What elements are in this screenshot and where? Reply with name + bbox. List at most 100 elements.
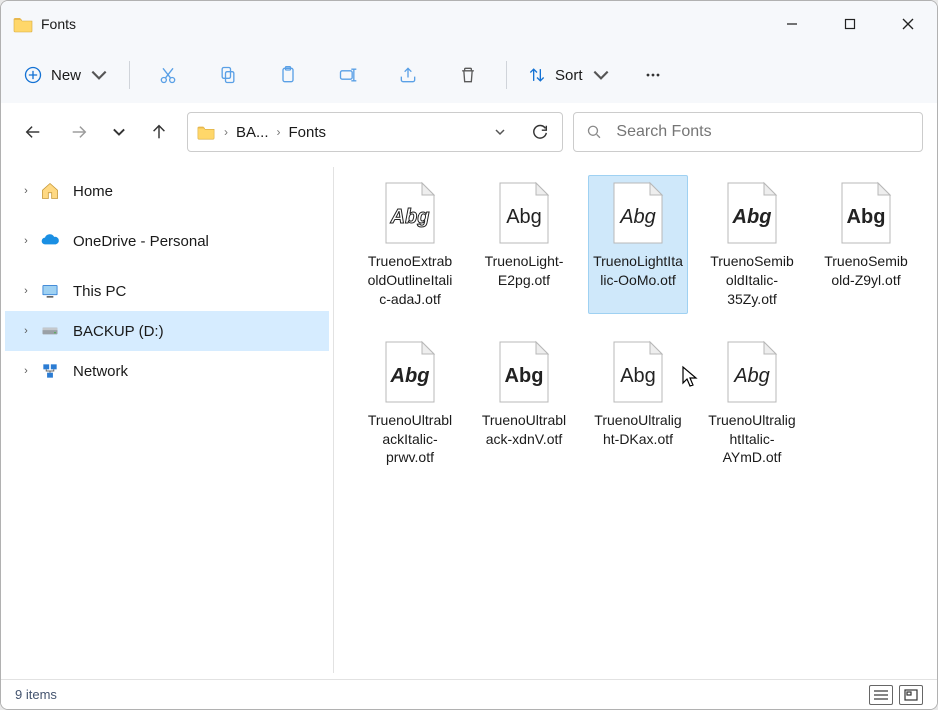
file-item[interactable]: Abg TruenoUltrablackItalic-prwv.otf (360, 334, 460, 473)
details-view-button[interactable] (869, 685, 893, 705)
chevron-right-icon: › (19, 365, 33, 377)
sidebar-item[interactable]: › BACKUP (D:) (5, 311, 329, 351)
tree-item-label: Home (73, 183, 113, 200)
file-name: TruenoLight-E2pg.otf (479, 252, 569, 290)
forward-button[interactable] (61, 114, 97, 150)
file-grid: Abg TruenoExtraboldOutlineItalic-adaJ.otf… (360, 175, 927, 472)
minimize-button[interactable] (763, 1, 821, 47)
tree-item-icon (39, 320, 61, 342)
maximize-button[interactable] (821, 1, 879, 47)
svg-text:Abg: Abg (733, 365, 770, 387)
delete-button[interactable] (440, 55, 496, 95)
search-icon (586, 123, 602, 141)
paste-button[interactable] (260, 55, 316, 95)
svg-text:Abg: Abg (505, 365, 544, 387)
search-box[interactable] (573, 112, 923, 152)
font-file-icon: Abg (489, 339, 559, 405)
file-item[interactable]: Abg TruenoUltralight-DKax.otf (588, 334, 688, 473)
file-item[interactable]: Abg TruenoUltrablack-xdnV.otf (474, 334, 574, 473)
tree-item-icon (39, 180, 61, 202)
file-item[interactable]: Abg TruenoLightItalic-OoMo.otf (588, 175, 688, 314)
chevron-down-icon (89, 65, 109, 85)
body: › Home › OneDrive - Personal › This PC › BACKUP… (1, 161, 937, 679)
file-item[interactable]: Abg TruenoLight-E2pg.otf (474, 175, 574, 314)
tree-item-icon (39, 230, 61, 252)
item-count: 9 items (15, 687, 57, 702)
new-button[interactable]: New (13, 55, 119, 95)
toolbar: New Sort (1, 47, 937, 103)
breadcrumb-item[interactable]: BA... (230, 113, 275, 151)
breadcrumb-separator: › (275, 125, 283, 139)
nav-row: › BA... › Fonts (1, 103, 937, 161)
view-switch (869, 685, 923, 705)
font-file-icon: Abg (717, 339, 787, 405)
search-input[interactable] (614, 122, 910, 142)
sort-button[interactable]: Sort (517, 55, 621, 95)
file-name: TruenoUltralightItalic-AYmD.otf (707, 411, 797, 468)
refresh-button[interactable] (520, 113, 560, 151)
breadcrumb-item[interactable]: Fonts (283, 113, 333, 151)
file-item[interactable]: Abg TruenoSemibold-Z9yl.otf (816, 175, 916, 314)
recent-locations-button[interactable] (107, 114, 131, 150)
address-bar[interactable]: › BA... › Fonts (187, 112, 563, 152)
tree-item-label: This PC (73, 283, 126, 300)
file-item[interactable]: Abg TruenoSemiboldItalic-35Zy.otf (702, 175, 802, 314)
svg-text:Abg: Abg (390, 365, 430, 387)
address-dropdown-button[interactable] (480, 113, 520, 151)
file-name: TruenoUltralight-DKax.otf (593, 411, 683, 449)
close-button[interactable] (879, 1, 937, 47)
chevron-down-icon (591, 65, 611, 85)
tree-item-icon (39, 280, 61, 302)
explorer-window: Fonts New (0, 0, 938, 710)
svg-text:Abg: Abg (390, 206, 430, 228)
file-name: TruenoExtraboldOutlineItalic-adaJ.otf (365, 252, 455, 309)
up-button[interactable] (141, 114, 177, 150)
file-name: TruenoUltrablack-xdnV.otf (479, 411, 569, 449)
content-pane[interactable]: Abg TruenoExtraboldOutlineItalic-adaJ.otf… (334, 161, 937, 679)
file-name: TruenoLightItalic-OoMo.otf (593, 252, 683, 290)
tree-item-label: OneDrive - Personal (73, 233, 209, 250)
toolbar-separator (506, 61, 507, 89)
titlebar-folder-icon (13, 14, 33, 34)
svg-text:Abg: Abg (620, 365, 656, 387)
back-button[interactable] (15, 114, 51, 150)
file-item[interactable]: Abg TruenoUltralightItalic-AYmD.otf (702, 334, 802, 473)
file-name: TruenoSemibold-Z9yl.otf (821, 252, 911, 290)
file-name: TruenoSemiboldItalic-35Zy.otf (707, 252, 797, 309)
font-file-icon: Abg (375, 180, 445, 246)
file-name: TruenoUltrablackItalic-prwv.otf (365, 411, 455, 468)
chevron-right-icon: › (19, 285, 33, 297)
sidebar-item[interactable]: › OneDrive - Personal (5, 221, 329, 261)
more-button[interactable] (625, 55, 681, 95)
font-file-icon: Abg (717, 180, 787, 246)
breadcrumb-separator: › (222, 125, 230, 139)
icons-view-button[interactable] (899, 685, 923, 705)
svg-text:Abg: Abg (732, 206, 772, 228)
sidebar-item[interactable]: › Home (5, 171, 329, 211)
copy-button[interactable] (200, 55, 256, 95)
sidebar-item[interactable]: › This PC (5, 271, 329, 311)
chevron-right-icon: › (19, 185, 33, 197)
font-file-icon: Abg (831, 180, 901, 246)
chevron-right-icon: › (19, 235, 33, 247)
sidebar: › Home › OneDrive - Personal › This PC › BACKUP… (1, 161, 333, 679)
sort-button-label: Sort (555, 67, 583, 84)
file-item[interactable]: Abg TruenoExtraboldOutlineItalic-adaJ.otf (360, 175, 460, 314)
address-folder-icon (190, 123, 222, 141)
rename-button[interactable] (320, 55, 376, 95)
tree-item-label: Network (73, 363, 128, 380)
new-button-label: New (51, 67, 81, 84)
chevron-right-icon: › (19, 325, 33, 337)
titlebar: Fonts (1, 1, 937, 47)
toolbar-separator (129, 61, 130, 89)
status-bar: 9 items (1, 679, 937, 709)
font-file-icon: Abg (603, 339, 673, 405)
window-title: Fonts (41, 16, 76, 32)
svg-text:Abg: Abg (506, 206, 542, 228)
tree-item-label: BACKUP (D:) (73, 323, 164, 340)
share-button[interactable] (380, 55, 436, 95)
sidebar-item[interactable]: › Network (5, 351, 329, 391)
font-file-icon: Abg (603, 180, 673, 246)
svg-text:Abg: Abg (847, 206, 886, 228)
cut-button[interactable] (140, 55, 196, 95)
